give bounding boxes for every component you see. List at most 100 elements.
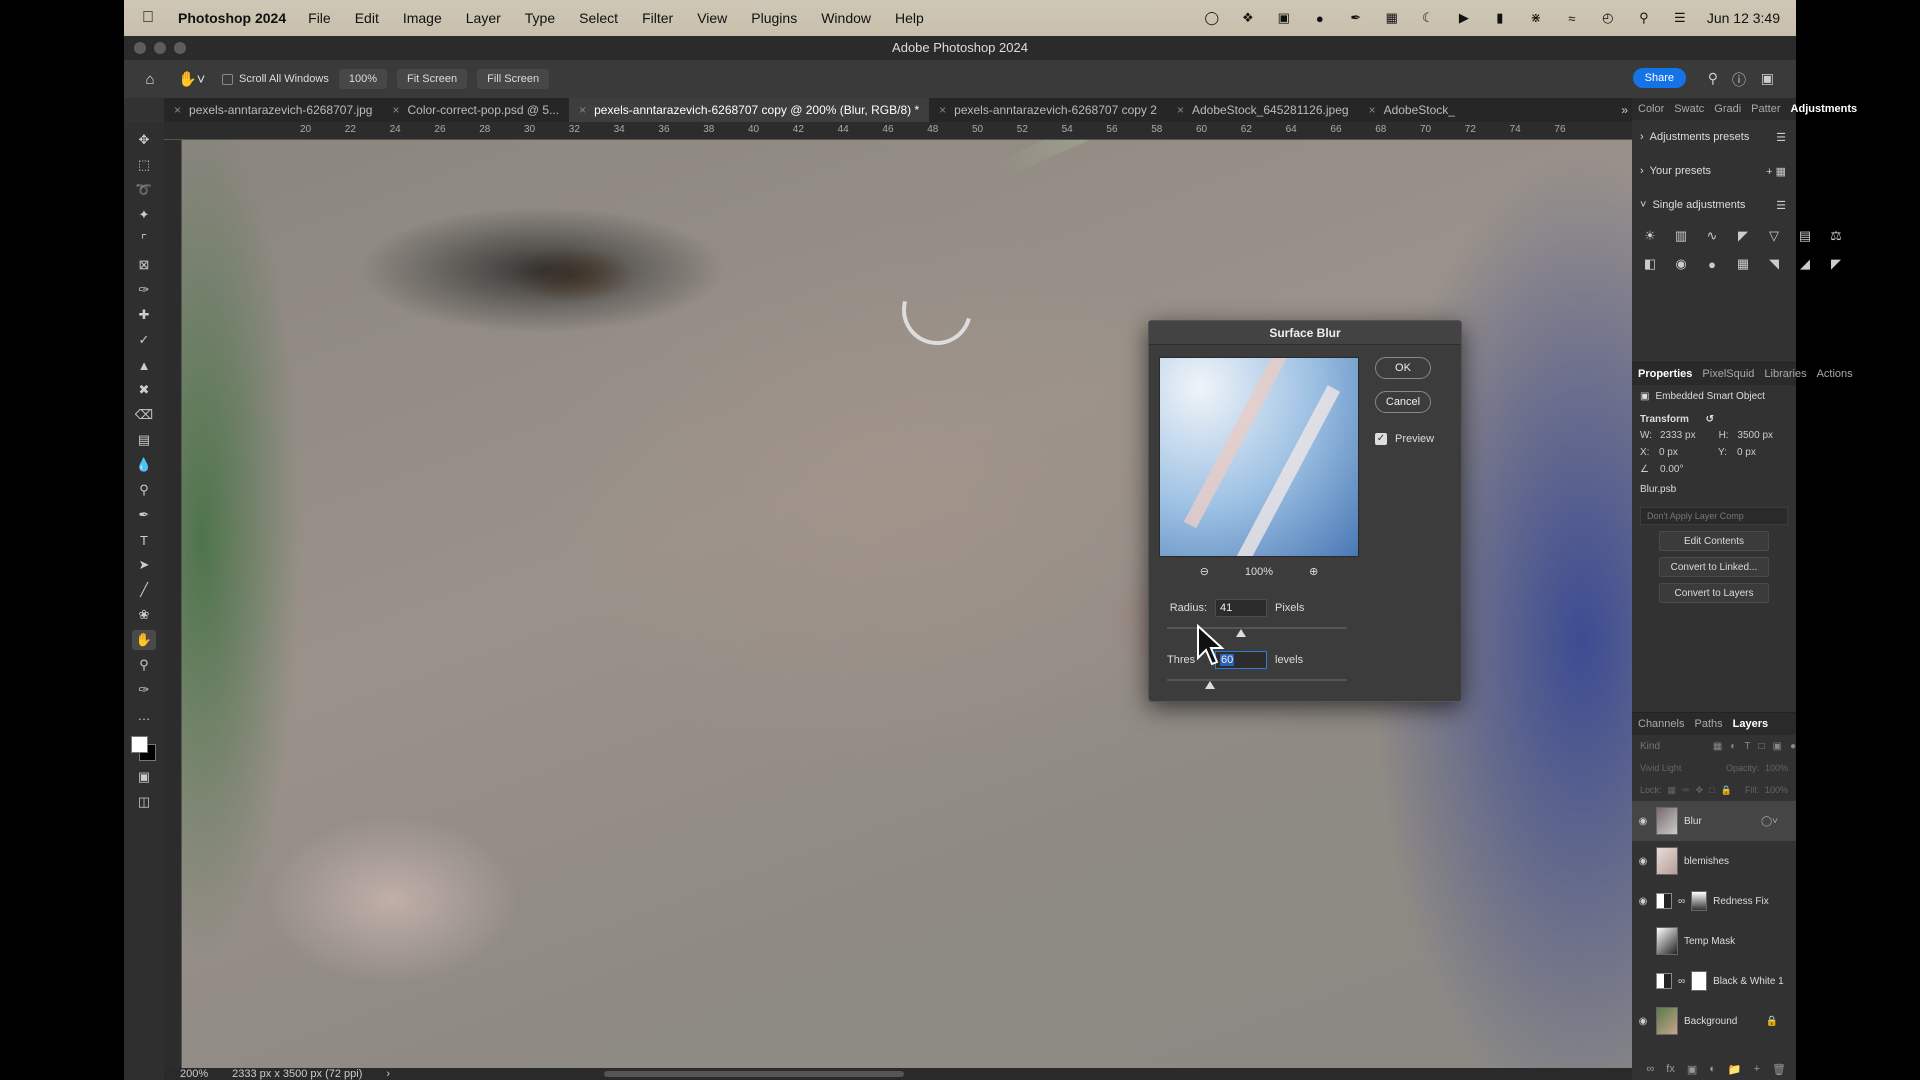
scroll-all-windows-checkbox[interactable]: Scroll All Windows — [222, 73, 329, 85]
close-tab-icon[interactable]: × — [174, 98, 181, 122]
edit-contents-button[interactable]: Edit Contents — [1659, 531, 1769, 551]
blend-mode-select[interactable]: Vivid Light — [1640, 763, 1720, 773]
menu-file[interactable]: File — [308, 10, 331, 26]
app-menu[interactable]: Photoshop 2024 — [178, 10, 286, 26]
quick-mask-icon[interactable]: ▣ — [132, 767, 156, 787]
layer-name[interactable]: Background — [1684, 1016, 1737, 1027]
layer-comp-select[interactable]: Don't Apply Layer Comp — [1640, 507, 1788, 525]
bluetooth-icon[interactable]: ⋇ — [1527, 10, 1545, 25]
dodge-tool-icon[interactable]: ⚲ — [132, 480, 156, 500]
close-tab-icon[interactable]: × — [939, 98, 946, 122]
color-swatches[interactable] — [131, 736, 157, 762]
menu-help[interactable]: Help — [895, 10, 924, 26]
zoom-out-icon[interactable]: ⊖ — [1200, 565, 1209, 578]
home-icon[interactable]: ⌂ — [136, 71, 164, 88]
layer-row-blemishes[interactable]: ◉ blemishes — [1632, 841, 1796, 881]
fill-screen-button[interactable]: Fill Screen — [477, 69, 550, 89]
add-mask-icon[interactable]: ▣ — [1687, 1063, 1697, 1076]
list-view-icon[interactable]: ☰ — [1776, 199, 1786, 212]
filter-shape-icon[interactable]: □ — [1758, 741, 1764, 752]
layer-row-black-white[interactable]: ∞ Black & White 1 — [1632, 961, 1796, 1001]
threshold-slider-knob[interactable] — [1205, 681, 1216, 689]
visibility-eye-icon[interactable]: ◉ — [1636, 856, 1650, 867]
list-view-icon[interactable]: ☰ — [1776, 131, 1786, 144]
hand-tool-icon[interactable]: ✋ — [132, 630, 156, 650]
foreground-color-swatch[interactable] — [131, 736, 148, 753]
search-icon[interactable]: ⚲ — [1708, 70, 1718, 87]
lock-position-icon[interactable]: ✥ — [1696, 785, 1704, 796]
single-adjustments-row[interactable]: ˅ Single adjustments ☰ — [1632, 188, 1796, 222]
lock-artboard-icon[interactable]: □ — [1709, 785, 1714, 795]
document-info[interactable]: 2333 px x 3500 px (72 ppi) — [232, 1068, 362, 1080]
layer-row-background[interactable]: ◉ Background 🔒 — [1632, 1001, 1796, 1041]
convert-to-linked-button[interactable]: Convert to Linked... — [1659, 557, 1769, 577]
posterize-icon[interactable]: ◢ — [1797, 256, 1813, 272]
menu-window[interactable]: Window — [821, 10, 871, 26]
frame-tool-icon[interactable]: ⊠ — [132, 255, 156, 275]
menu-edit[interactable]: Edit — [355, 10, 379, 26]
play-icon[interactable]: ▶ — [1455, 10, 1473, 25]
hand-tool-preset-icon[interactable]: ✋˅ — [178, 70, 214, 88]
filter-pixel-icon[interactable]: ▦ — [1713, 741, 1722, 752]
x-value[interactable]: 0 px — [1659, 447, 1710, 458]
radius-input[interactable]: 41 — [1215, 599, 1267, 617]
radius-slider[interactable] — [1167, 627, 1347, 637]
status-chevron-icon[interactable]: › — [386, 1068, 390, 1080]
curves-icon[interactable]: ∿ — [1704, 228, 1720, 244]
gradient-tool-icon[interactable]: ▤ — [132, 430, 156, 450]
clone-stamp-tool-icon[interactable]: ▲ — [132, 355, 156, 375]
tab-channels[interactable]: Channels — [1638, 718, 1684, 730]
tab-actions[interactable]: Actions — [1817, 368, 1853, 380]
photo-filter-icon[interactable]: ◉ — [1673, 256, 1689, 272]
black-white-icon[interactable]: ◧ — [1642, 256, 1658, 272]
adjustments-presets-row[interactable]: › Adjustments presets ☰ — [1632, 120, 1796, 154]
tab-libraries[interactable]: Libraries — [1764, 368, 1806, 380]
magic-wand-tool-icon[interactable]: ✦ — [132, 205, 156, 225]
filter-type-icon[interactable]: T — [1744, 741, 1750, 752]
menu-type[interactable]: Type — [525, 10, 555, 26]
camera-icon[interactable]: ▣ — [1275, 10, 1293, 25]
cancel-button[interactable]: Cancel — [1375, 391, 1431, 413]
document-tab[interactable]: × pexels-anntarazevich-6268707.jpg — [164, 98, 382, 122]
zoom-in-icon[interactable]: ⊕ — [1309, 565, 1318, 578]
checkmark-icon[interactable]: ✓ — [1375, 433, 1387, 445]
zoom-tool-icon[interactable]: ⚲ — [132, 655, 156, 675]
horizontal-scrollbar[interactable] — [604, 1071, 904, 1077]
tab-pixelsquid[interactable]: PixelSquid — [1702, 368, 1754, 380]
layer-name[interactable]: Blur — [1684, 816, 1702, 827]
line-tool-icon[interactable]: ╱ — [132, 580, 156, 600]
visibility-eye-icon[interactable]: ◉ — [1636, 896, 1650, 907]
apple-menu-icon[interactable]:  — [142, 9, 164, 27]
layer-style-icon[interactable]: fx — [1666, 1063, 1675, 1076]
levels-icon[interactable]: ▥ — [1673, 228, 1689, 244]
moon-icon[interactable]: ☾ — [1419, 10, 1437, 25]
lock-icon[interactable]: 🔒 — [1766, 1016, 1778, 1027]
delete-layer-icon[interactable]: 🗑 — [1772, 1063, 1786, 1076]
minimize-window-button[interactable] — [154, 42, 166, 54]
layer-kind-filter[interactable]: Kind — [1640, 741, 1705, 752]
visibility-eye-icon[interactable]: ◉ — [1636, 1016, 1650, 1027]
custom-shape-tool-icon[interactable]: ❀ — [132, 605, 156, 625]
eraser-tool-icon[interactable]: ⌫ — [132, 405, 156, 425]
zoom-level[interactable]: 200% — [180, 1068, 208, 1080]
radius-slider-knob[interactable] — [1235, 629, 1246, 637]
document-tab[interactable]: × AdobeStock_645281126.jpeg — [1167, 98, 1359, 122]
invert-icon[interactable]: ◥ — [1766, 256, 1782, 272]
close-tab-icon[interactable]: × — [1369, 98, 1376, 122]
lock-pixels-icon[interactable]: ✑ — [1682, 785, 1690, 796]
preview-checkbox[interactable]: ✓ Preview — [1375, 433, 1434, 445]
tab-gradients[interactable]: Gradi — [1714, 103, 1741, 115]
zoom-window-button[interactable] — [174, 42, 186, 54]
layer-mask-thumbnail[interactable] — [1691, 971, 1708, 991]
creative-cloud-icon[interactable]: ◯ — [1203, 10, 1221, 25]
convert-to-layers-button[interactable]: Convert to Layers — [1659, 583, 1769, 603]
ok-button[interactable]: OK — [1375, 357, 1431, 379]
document-tab[interactable]: × AdobeStock_ — [1359, 98, 1465, 122]
recording-icon[interactable]: ● — [1311, 11, 1329, 26]
color-balance-icon[interactable]: ⚖ — [1828, 228, 1844, 244]
layer-mask-thumbnail[interactable] — [1691, 891, 1708, 911]
tab-swatches[interactable]: Swatc — [1674, 103, 1704, 115]
tab-color[interactable]: Color — [1638, 103, 1664, 115]
eyedropper-tool-icon[interactable]: ✑ — [132, 280, 156, 300]
angle-value[interactable]: 0.00° — [1660, 464, 1716, 475]
